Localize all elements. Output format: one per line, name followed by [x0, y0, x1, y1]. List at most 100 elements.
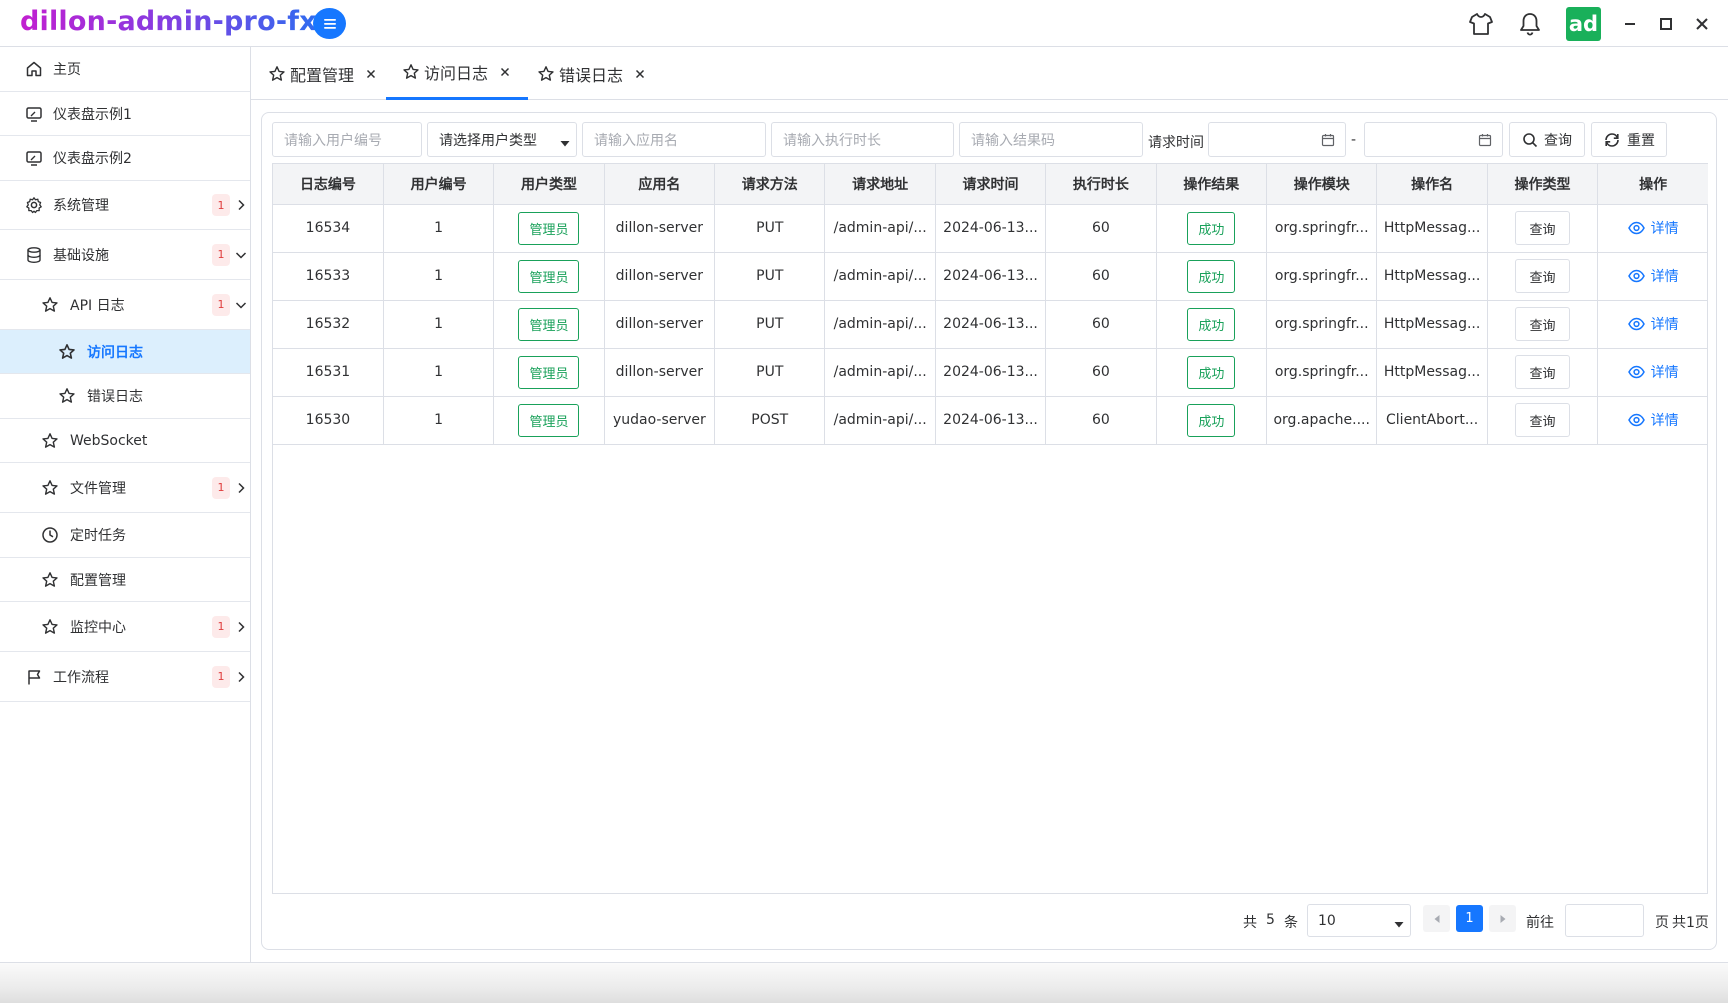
column-header[interactable]: 操作结果 — [1156, 164, 1268, 205]
column-header[interactable]: 请求方法 — [714, 164, 826, 205]
sidebar-item-file[interactable]: 文件管理 1 — [0, 463, 250, 513]
maximize-icon[interactable] — [1654, 12, 1678, 36]
refresh-icon — [1603, 132, 1621, 148]
table-row[interactable]: 16534 1 管理员 dillon-server PUT/admin-api/... 2… — [273, 204, 1709, 253]
bell-icon[interactable] — [1515, 9, 1545, 39]
column-header[interactable]: 操作名 — [1376, 164, 1488, 205]
theme-shirt-icon[interactable] — [1466, 9, 1496, 39]
sidebar-item-dashboard-2[interactable]: 仪表盘示例2 — [0, 136, 250, 181]
user-type-cell: 管理员 — [493, 252, 605, 301]
actions-cell: 详情 — [1597, 300, 1709, 349]
request-url-cell: /admin-api/... — [824, 300, 936, 349]
detail-link[interactable]: 详情 — [1627, 410, 1679, 430]
column-header[interactable]: 请求地址 — [824, 164, 936, 205]
home-icon — [24, 59, 44, 79]
operation-type-tag: 查询 — [1515, 259, 1570, 293]
sidebar-item-error-log[interactable]: 错误日志 — [0, 374, 250, 419]
reset-button[interactable]: 重置 — [1591, 122, 1667, 157]
tab-access-log[interactable]: 访问日志 — [386, 47, 529, 100]
user-id-cell: 1 — [383, 348, 495, 397]
sidebar-item-config[interactable]: 配置管理 — [0, 558, 250, 602]
table-row[interactable]: 16530 1 管理员 yudao-server POST/admin-api/... 2… — [273, 396, 1709, 445]
module-cell: org.apache.... — [1266, 396, 1378, 445]
column-header[interactable]: 用户编号 — [383, 164, 495, 205]
next-page-button[interactable] — [1489, 905, 1516, 932]
detail-link[interactable]: 详情 — [1627, 218, 1679, 238]
close-window-icon[interactable] — [1690, 12, 1714, 36]
star-icon — [40, 295, 60, 315]
sidebar-item-monitor[interactable]: 监控中心 1 — [0, 602, 250, 652]
log-id-cell: 16533 — [273, 252, 384, 301]
sidebar-item-api-log[interactable]: API 日志 1 — [0, 280, 250, 330]
table-row[interactable]: 16533 1 管理员 dillon-server PUT/admin-api/... 2… — [273, 252, 1709, 301]
minimize-icon[interactable] — [1618, 12, 1642, 36]
pagination-total: 5 — [1266, 912, 1275, 928]
user-type-cell: 管理员 — [493, 300, 605, 349]
close-icon[interactable] — [498, 65, 512, 79]
request-method-cell: PUT — [714, 252, 826, 301]
gear-icon — [24, 195, 44, 215]
caret-down-icon — [1394, 917, 1404, 933]
search-button[interactable]: 查询 — [1509, 122, 1585, 157]
goto-page-input[interactable] — [1565, 904, 1644, 937]
log-id-cell: 16534 — [273, 204, 384, 253]
user-type-cell: 管理员 — [493, 204, 605, 253]
sidebar-item-scheduled-task[interactable]: 定时任务 — [0, 513, 250, 558]
detail-link[interactable]: 详情 — [1627, 314, 1679, 334]
chevron-down-icon — [234, 248, 248, 262]
column-header[interactable]: 日志编号 — [273, 164, 384, 205]
menu-toggle-button[interactable] — [313, 8, 346, 39]
sidebar-item-dashboard-1[interactable]: 仪表盘示例1 — [0, 92, 250, 136]
table-row[interactable]: 16531 1 管理员 dillon-server PUT/admin-api/... 2… — [273, 348, 1709, 397]
operation-type-tag: 查询 — [1515, 355, 1570, 389]
sidebar-item-label: 配置管理 — [70, 572, 126, 589]
result-cell: 成功 — [1156, 252, 1268, 301]
tab-config[interactable]: 配置管理 — [268, 47, 378, 100]
column-header[interactable]: 请求时间 — [935, 164, 1047, 205]
page-size-select[interactable]: 10 — [1307, 904, 1411, 937]
column-header[interactable]: 操作 — [1597, 164, 1709, 205]
app-name-input[interactable]: 请输入应用名 — [582, 122, 766, 157]
star-icon — [57, 342, 77, 362]
column-header[interactable]: 用户类型 — [493, 164, 605, 205]
page-size-value: 10 — [1318, 912, 1336, 929]
star-icon — [40, 617, 60, 637]
user-id-input[interactable]: 请输入用户编号 — [272, 122, 422, 157]
title-bar: dillon-admin-pro-fx ad — [0, 0, 1728, 47]
monitor-icon — [24, 148, 44, 168]
pagination-total-suffix: 条 — [1284, 915, 1298, 931]
request-url-cell: /admin-api/... — [824, 252, 936, 301]
sidebar-item-workflow[interactable]: 工作流程 1 — [0, 652, 250, 702]
close-icon[interactable] — [364, 67, 378, 81]
user-type-select[interactable]: 请选择用户类型 — [427, 122, 577, 157]
column-header[interactable]: 操作类型 — [1487, 164, 1599, 205]
sidebar-item-label: 访问日志 — [87, 344, 143, 361]
operation-type-cell: 查询 — [1487, 204, 1599, 253]
sidebar-item-infrastructure[interactable]: 基础设施 1 — [0, 230, 250, 280]
detail-link[interactable]: 详情 — [1627, 362, 1679, 382]
table-row[interactable]: 16532 1 管理员 dillon-server PUT/admin-api/... 2… — [273, 300, 1709, 349]
chevron-down-icon — [234, 298, 248, 312]
end-date-picker[interactable] — [1364, 122, 1503, 157]
monitor-icon — [24, 104, 44, 124]
duration-input[interactable]: 请输入执行时长 — [771, 122, 954, 157]
column-header[interactable]: 操作模块 — [1266, 164, 1378, 205]
page-number-button[interactable]: 1 — [1456, 905, 1483, 932]
sidebar-item-access-log[interactable]: 访问日志 — [0, 330, 250, 374]
start-date-picker[interactable] — [1208, 122, 1346, 157]
sidebar-item-websocket[interactable]: WebSocket — [0, 419, 250, 463]
detail-link[interactable]: 详情 — [1627, 266, 1679, 286]
sidebar-item-label: 基础设施 — [53, 247, 109, 264]
sidebar-item-home[interactable]: 主页 — [0, 47, 250, 92]
count-badge: 1 — [212, 243, 230, 266]
close-icon[interactable] — [633, 67, 647, 81]
column-header[interactable]: 应用名 — [604, 164, 716, 205]
result-code-input[interactable]: 请输入结果码 — [959, 122, 1143, 157]
column-header[interactable]: 执行时长 — [1045, 164, 1157, 205]
detail-link-label: 详情 — [1650, 412, 1679, 429]
prev-page-button[interactable] — [1423, 905, 1450, 932]
avatar[interactable]: ad — [1566, 7, 1601, 41]
sidebar-item-system[interactable]: 系统管理 1 — [0, 181, 250, 230]
request-url-cell: /admin-api/... — [824, 348, 936, 397]
tab-error-log[interactable]: 错误日志 — [537, 47, 647, 100]
